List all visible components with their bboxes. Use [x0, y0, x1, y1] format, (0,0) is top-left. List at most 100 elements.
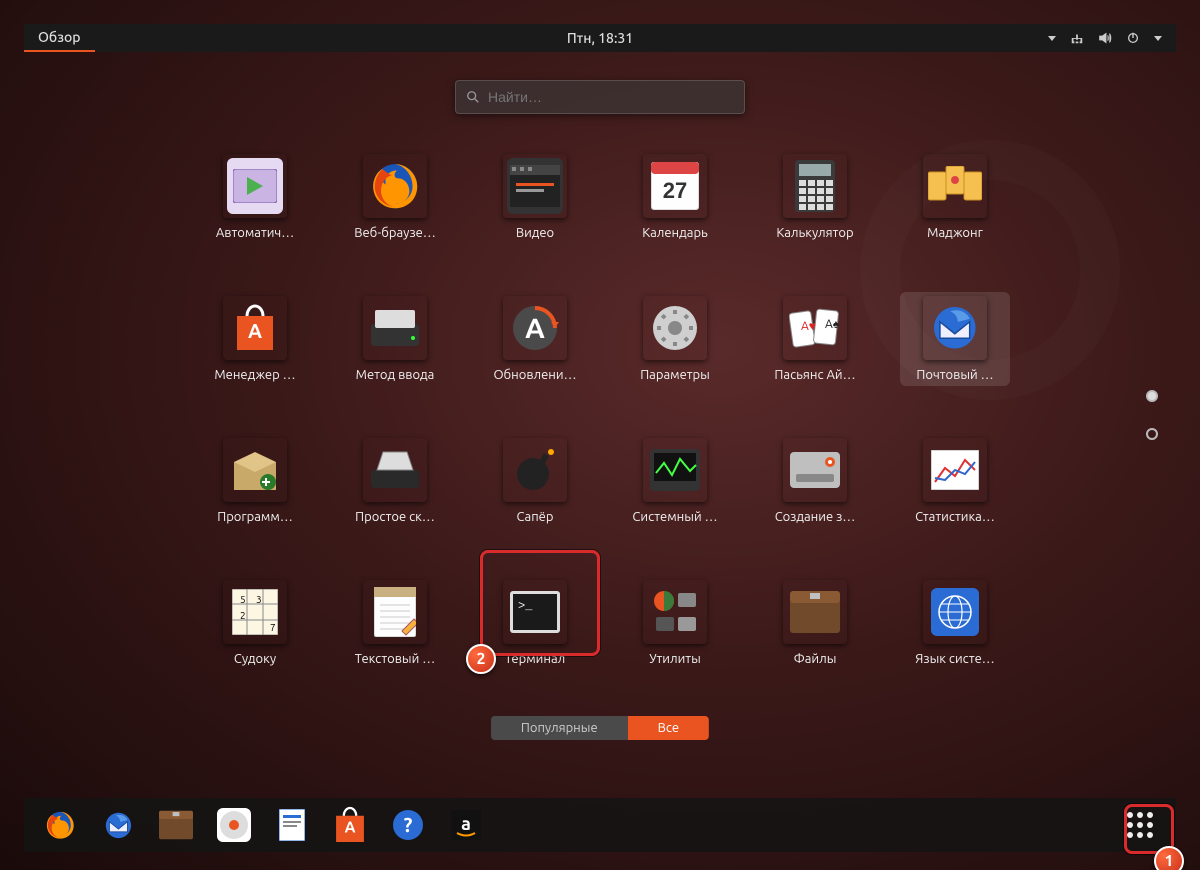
show-applications-button[interactable] [1122, 807, 1158, 843]
sudoku-icon: 5327 [223, 580, 287, 644]
app-firefox[interactable]: Веб-браузе… [340, 150, 450, 244]
app-label: Автоматич… [200, 226, 310, 240]
app-label: Файлы [760, 652, 870, 666]
search-icon [466, 90, 480, 104]
lang-icon [923, 580, 987, 644]
clock[interactable]: Птн, 18:31 [567, 30, 633, 46]
applications-grid: Автоматич… Веб-браузе… Видео 27 Календар… [200, 150, 1000, 670]
dock: A? a [24, 798, 1176, 852]
svg-text:a: a [461, 814, 471, 834]
svg-text:A: A [525, 313, 545, 344]
annotation-badge-1: 1 [1154, 846, 1184, 870]
workspace-dot-2[interactable] [1146, 428, 1158, 440]
app-updates[interactable]: A Обновлени… [480, 292, 590, 386]
app-mail[interactable]: Почтовый … [900, 292, 1010, 386]
input-indicator-icon[interactable] [1048, 36, 1056, 41]
activities-label: Обзор [38, 29, 81, 45]
firefox-icon [363, 154, 427, 218]
settings-icon [643, 296, 707, 360]
search-input[interactable] [488, 89, 734, 105]
view-tabs: Популярные Все [491, 716, 709, 740]
activities-button[interactable]: Обзор [24, 24, 95, 52]
dock-files[interactable] [158, 807, 194, 843]
app-sudoku[interactable]: 5327 Судоку [200, 576, 310, 670]
system-tray[interactable] [1048, 31, 1176, 45]
app-mines[interactable]: Сапёр [480, 434, 590, 528]
app-mahjong[interactable]: Маджонг [900, 150, 1010, 244]
dock-firefox[interactable] [42, 807, 78, 843]
auto-icon [223, 154, 287, 218]
terminal-icon: >_ [503, 580, 567, 644]
app-label: Обновлени… [480, 368, 590, 382]
network-icon[interactable] [1070, 31, 1084, 45]
dock-thunderbird[interactable] [100, 807, 136, 843]
dock-rhythmbox[interactable] [216, 807, 252, 843]
calc-icon [783, 154, 847, 218]
app-terminal[interactable]: >_ Терминал [480, 576, 590, 670]
tab-frequent[interactable]: Популярные [491, 716, 628, 740]
svg-text:A♠: A♠ [825, 318, 840, 331]
power-icon[interactable] [1126, 31, 1140, 45]
app-solitaire[interactable]: A♥ A♠ Пасьянс Ай… [760, 292, 870, 386]
backup-icon [783, 438, 847, 502]
app-settings[interactable]: Параметры [620, 292, 730, 386]
app-label: Терминал [480, 652, 590, 666]
app-label: Сапёр [480, 510, 590, 524]
volume-icon[interactable] [1098, 31, 1112, 45]
dock-writer[interactable] [274, 807, 310, 843]
app-calc[interactable]: Калькулятор [760, 150, 870, 244]
app-backup[interactable]: Создание з… [760, 434, 870, 528]
app-label: Веб-браузе… [340, 226, 450, 240]
workspace-indicator[interactable] [1146, 390, 1158, 440]
app-scan[interactable]: Простое ск… [340, 434, 450, 528]
app-label: Почтовый … [900, 368, 1010, 382]
app-packages[interactable]: Программ… [200, 434, 310, 528]
app-label: Судоку [200, 652, 310, 666]
app-input[interactable]: Метод ввода [340, 292, 450, 386]
app-label: Язык систе… [900, 652, 1010, 666]
gedit-icon [363, 580, 427, 644]
svg-text:A: A [248, 319, 262, 342]
svg-text:A: A [345, 819, 356, 836]
dock-help[interactable]: ? [390, 807, 426, 843]
app-label: Менеджер … [200, 368, 310, 382]
app-calendar[interactable]: 27 Календарь [620, 150, 730, 244]
solitaire-icon: A♥ A♠ [783, 296, 847, 360]
dock-software[interactable]: A [332, 807, 368, 843]
files-icon [783, 580, 847, 644]
chevron-down-icon[interactable] [1154, 36, 1162, 41]
top-bar: Обзор Птн, 18:31 [24, 24, 1176, 52]
svg-text:3: 3 [256, 594, 262, 605]
svg-text:A♥: A♥ [801, 320, 816, 333]
app-auto[interactable]: Автоматич… [200, 150, 310, 244]
app-gedit[interactable]: Текстовый … [340, 576, 450, 670]
app-label: Простое ск… [340, 510, 450, 524]
tab-all[interactable]: Все [628, 716, 709, 740]
mahjong-icon [923, 154, 987, 218]
calendar-icon: 27 [643, 154, 707, 218]
workspace-dot-1[interactable] [1146, 390, 1158, 402]
app-label: Текстовый … [340, 652, 450, 666]
search-bar[interactable] [455, 80, 745, 114]
annotation-badge-2: 2 [466, 644, 496, 674]
app-label: Создание з… [760, 510, 870, 524]
app-label: Пасьянс Ай… [760, 368, 870, 382]
app-video[interactable]: Видео [480, 150, 590, 244]
app-label: Маджонг [900, 226, 1010, 240]
app-label: Статистика… [900, 510, 1010, 524]
stats-icon [923, 438, 987, 502]
updates-icon: A [503, 296, 567, 360]
app-stats[interactable]: Статистика… [900, 434, 1010, 528]
packages-icon [223, 438, 287, 502]
app-lang[interactable]: Язык систе… [900, 576, 1010, 670]
app-sysmon[interactable]: Системный … [620, 434, 730, 528]
app-label: Видео [480, 226, 590, 240]
app-label: Калькулятор [760, 226, 870, 240]
app-label: Метод ввода [340, 368, 450, 382]
app-software[interactable]: A Менеджер … [200, 292, 310, 386]
dock-amazon[interactable]: a [448, 807, 484, 843]
app-utilities[interactable]: Утилиты [620, 576, 730, 670]
app-files[interactable]: Файлы [760, 576, 870, 670]
app-label: Календарь [620, 226, 730, 240]
svg-text:7: 7 [270, 622, 276, 633]
